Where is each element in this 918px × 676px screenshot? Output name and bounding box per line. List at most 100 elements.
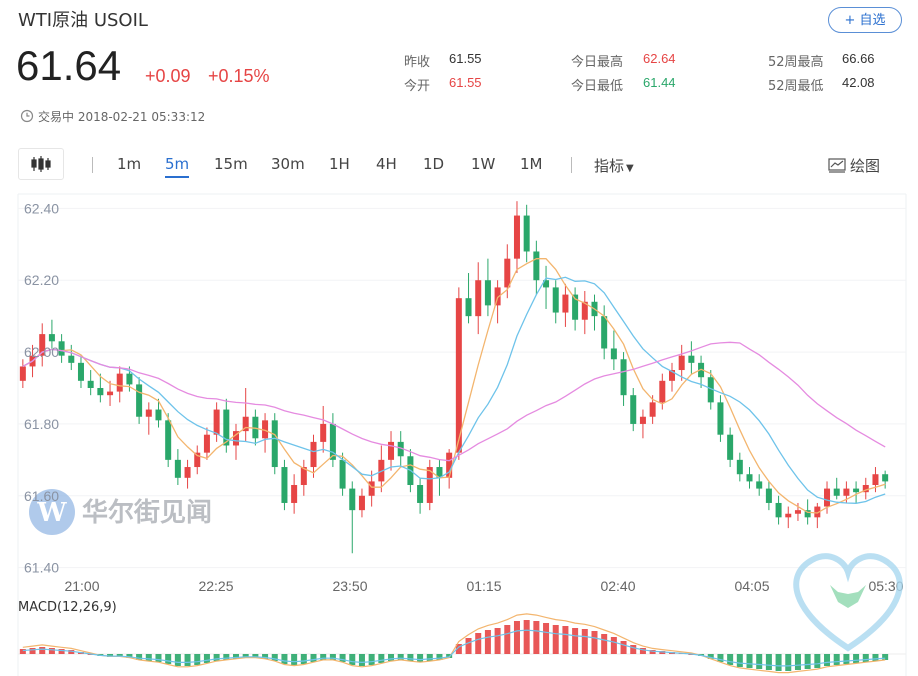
tab-15m[interactable]: 15m <box>214 155 248 173</box>
macd-bar <box>426 654 433 661</box>
stat-label-day-high: 今日最高 <box>571 55 624 70</box>
stat-label-day-low: 今日最低 <box>571 79 624 94</box>
x-tick-label: 22:25 <box>198 578 233 594</box>
last-price: 61.64 <box>16 42 122 89</box>
candle-body <box>639 416 646 424</box>
macd-bar <box>291 654 298 665</box>
candle-body <box>310 441 317 468</box>
stat-label-prev-close: 昨收 <box>404 55 431 70</box>
candle-body <box>765 488 772 503</box>
macd-bar <box>765 654 772 670</box>
candle-body <box>843 488 850 496</box>
macd-bar <box>543 623 550 654</box>
candle-body <box>174 459 181 478</box>
candle-body <box>649 402 656 417</box>
y-tick-label: 61.80 <box>24 416 59 432</box>
macd-bar <box>601 634 608 654</box>
y-tick-label: 62.00 <box>24 344 59 360</box>
macd-bar <box>814 654 821 668</box>
macd-bar <box>339 654 346 662</box>
tab-5m[interactable]: 5m <box>165 155 190 178</box>
macd-bar <box>804 654 811 669</box>
candle-body <box>184 467 191 478</box>
candle-body <box>775 502 782 518</box>
stat-value-52w-low: 42.08 <box>842 75 875 90</box>
macd-bar <box>397 654 404 660</box>
moving-average-line <box>22 258 886 514</box>
tab-30m[interactable]: 30m <box>271 155 305 173</box>
macd-bar <box>504 625 511 654</box>
macd-bar <box>281 654 288 664</box>
heart-badge-icon <box>793 553 903 652</box>
candle-body <box>358 495 365 511</box>
macd-bar <box>533 621 540 654</box>
trading-status-text: 交易中 2018-02-21 05:33:12 <box>38 110 206 124</box>
macd-bar <box>417 654 424 662</box>
tab-1m[interactable]: 1m <box>117 155 141 173</box>
add-watchlist-button[interactable]: + 自选 <box>828 7 902 33</box>
macd-bar <box>630 645 637 654</box>
candle-body <box>484 280 491 306</box>
macd-bar <box>358 654 365 666</box>
stat-value-day-high: 62.64 <box>643 51 676 66</box>
candle-body <box>320 423 327 442</box>
indicators-dropdown[interactable]: 指标 ▼ <box>594 155 634 176</box>
x-tick-label: 01:15 <box>466 578 501 594</box>
macd-bar <box>203 654 210 663</box>
clock-icon <box>20 109 34 123</box>
candle-body <box>513 215 520 259</box>
price-change-percent: +0.15% <box>208 66 270 86</box>
candle-body <box>794 510 801 514</box>
macd-bar <box>48 648 55 654</box>
macd-bar <box>349 654 356 665</box>
tab-1d[interactable]: 1D <box>423 155 444 173</box>
candle-body <box>523 215 530 252</box>
y-tick-label: 62.20 <box>24 272 59 288</box>
macd-bar <box>872 654 879 661</box>
candlestick-icon <box>31 156 51 172</box>
candle-body <box>562 294 569 313</box>
tab-1mo[interactable]: 1M <box>520 155 543 173</box>
macd-label: MACD(12,26,9) <box>18 600 117 615</box>
candle-body <box>58 341 65 356</box>
candle-body <box>349 488 356 511</box>
draw-label: 绘图 <box>850 157 881 175</box>
macd-bar <box>862 654 869 662</box>
candle-body <box>107 391 114 396</box>
chart-type-button[interactable] <box>18 148 64 180</box>
macd-bar <box>184 654 191 666</box>
candle-body <box>155 409 162 421</box>
candle-body <box>620 359 627 396</box>
candle-body <box>872 474 879 485</box>
draw-button[interactable]: 绘图 <box>828 155 880 176</box>
candle-body <box>68 355 75 363</box>
macd-bar <box>581 629 588 654</box>
candle-body <box>882 474 889 482</box>
macd-bar <box>727 654 734 665</box>
tab-1h[interactable]: 1H <box>329 155 350 173</box>
tab-1w[interactable]: 1W <box>471 155 495 173</box>
candle-body <box>281 467 288 503</box>
macd-bar <box>484 630 491 654</box>
price-chart[interactable]: W 华尔街见闻 62.4062.2062.0061.8061.6061.40 2… <box>0 190 918 676</box>
candle-body <box>688 355 695 363</box>
toolbar-divider <box>92 157 93 173</box>
candle-body <box>552 287 559 313</box>
candle-body <box>136 384 143 417</box>
macd-bar <box>610 637 617 654</box>
macd-bar <box>165 654 172 664</box>
macd-bar <box>494 628 501 654</box>
x-tick-label: 04:05 <box>734 578 769 594</box>
macd-bar <box>882 654 889 660</box>
trading-status: 交易中 2018-02-21 05:33:12 <box>20 108 205 125</box>
draw-chart-icon <box>828 158 846 173</box>
macd-bar <box>853 654 860 663</box>
macd-bar <box>465 638 472 654</box>
macd-bar <box>552 625 559 654</box>
tab-4h[interactable]: 4H <box>376 155 397 173</box>
stat-label-open: 今开 <box>404 79 431 94</box>
y-tick-label: 61.60 <box>24 488 59 504</box>
candle-body <box>145 409 152 417</box>
macd-bar <box>572 628 579 654</box>
macd-bar <box>794 654 801 670</box>
